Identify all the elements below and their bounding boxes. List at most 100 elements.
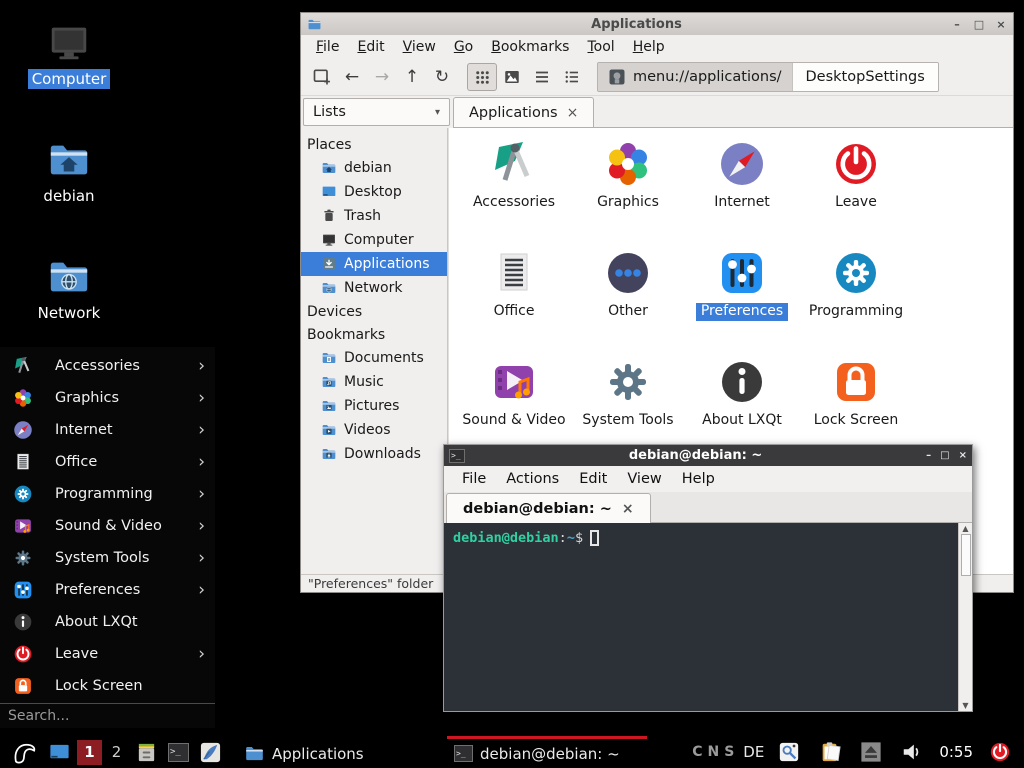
workspace-2-button[interactable]: 2 — [104, 740, 129, 765]
sidebar-item-downloads[interactable]: Downloads — [301, 442, 447, 466]
fm-menu-go[interactable]: Go — [445, 37, 482, 57]
show-desktop-button[interactable] — [43, 736, 76, 768]
pictures-folder-icon — [321, 398, 337, 414]
menu-item-graphics[interactable]: Graphics › — [0, 382, 215, 414]
screenshot-tray-icon[interactable] — [773, 736, 805, 768]
sidebar-item-pictures[interactable]: Pictures — [301, 394, 447, 418]
close-icon[interactable]: × — [959, 450, 967, 461]
compact-view-button[interactable] — [557, 63, 587, 91]
power-button[interactable] — [984, 736, 1016, 768]
clipboard-tray-icon[interactable] — [814, 736, 846, 768]
tab-close-icon[interactable]: × — [567, 105, 579, 121]
fm-menu-tool[interactable]: Tool — [578, 37, 623, 57]
minimize-icon[interactable]: – — [926, 450, 931, 461]
volume-tray-icon[interactable] — [896, 736, 928, 768]
maximize-icon[interactable]: □ — [940, 450, 949, 461]
menu-item-lock-screen[interactable]: Lock Screen — [0, 670, 215, 702]
fm-titlebar[interactable]: Applications – □ × — [301, 13, 1013, 35]
desktop-icon — [321, 184, 337, 200]
scroll-up-icon[interactable]: ▲ — [962, 524, 968, 533]
forward-button[interactable]: → — [367, 63, 397, 91]
system-tools-icon — [604, 358, 652, 406]
app-category-programming[interactable]: Programming — [799, 249, 913, 358]
app-category-leave[interactable]: Leave — [799, 140, 913, 249]
app-category-office[interactable]: Office — [457, 249, 571, 358]
maximize-icon[interactable]: □ — [973, 18, 985, 31]
detailed-list-button[interactable] — [527, 63, 557, 91]
up-button[interactable]: ↑ — [397, 63, 427, 91]
menu-item-about-lxqt[interactable]: About LXQt — [0, 606, 215, 638]
new-tab-button[interactable] — [307, 63, 337, 91]
file-manager-launcher[interactable] — [130, 736, 163, 768]
fm-tab-applications[interactable]: Applications × — [453, 97, 594, 127]
minimize-icon[interactable]: – — [951, 18, 963, 31]
menu-item-system-tools[interactable]: System Tools › — [0, 542, 215, 574]
sidebar-item-label: Pictures — [344, 398, 399, 414]
sidebar-item-music[interactable]: Music — [301, 370, 447, 394]
terminal-menu-file[interactable]: File — [452, 469, 496, 489]
close-icon[interactable]: × — [995, 18, 1007, 31]
category-label: Lock Screen — [814, 412, 899, 430]
sidebar-item-documents[interactable]: Documents — [301, 346, 447, 370]
app-category-other[interactable]: Other — [571, 249, 685, 358]
terminal-menu-view[interactable]: View — [617, 469, 671, 489]
menu-search-input[interactable]: Search... — [0, 703, 215, 728]
sidebar-item-network[interactable]: Network — [301, 276, 447, 300]
terminal-content[interactable]: debian@debian:~$ ▲ ▼ — [444, 523, 972, 711]
taskbar: 1 2 >_ Applications >_ debian@debian: ~ … — [0, 736, 1024, 768]
desktop-icon-network[interactable]: Network — [23, 254, 115, 323]
clock[interactable]: 0:55 — [939, 743, 973, 761]
path-segment-root[interactable]: menu://applications/ — [598, 63, 792, 91]
fm-menu-edit[interactable]: Edit — [348, 37, 393, 57]
submenu-arrow-icon: › — [198, 486, 205, 503]
menu-item-preferences[interactable]: Preferences › — [0, 574, 215, 606]
terminal-menu-edit[interactable]: Edit — [569, 469, 617, 489]
app-category-internet[interactable]: Internet — [685, 140, 799, 249]
menu-item-internet[interactable]: Internet › — [0, 414, 215, 446]
path-text: menu://applications/ — [633, 69, 782, 85]
app-category-graphics[interactable]: Graphics — [571, 140, 685, 249]
terminal-menu-help[interactable]: Help — [672, 469, 725, 489]
menu-item-leave[interactable]: Leave › — [0, 638, 215, 670]
menu-item-sound-video[interactable]: Sound & Video › — [0, 510, 215, 542]
scrollbar-thumb[interactable] — [961, 534, 971, 576]
menu-item-accessories[interactable]: Accessories › — [0, 350, 215, 382]
menu-item-office[interactable]: Office › — [0, 446, 215, 478]
fm-menu-help[interactable]: Help — [624, 37, 674, 57]
terminal-scrollbar[interactable]: ▲ ▼ — [958, 523, 972, 711]
removable-media-tray-icon[interactable] — [855, 736, 887, 768]
sidebar-item-debian[interactable]: debian — [301, 156, 447, 180]
sidebar-item-applications[interactable]: Applications — [301, 252, 447, 276]
app-category-preferences[interactable]: Preferences — [685, 249, 799, 358]
menu-item-programming[interactable]: Programming › — [0, 478, 215, 510]
terminal-titlebar[interactable]: >_ debian@debian: ~ – □ × — [444, 445, 972, 466]
fm-menu-bookmarks[interactable]: Bookmarks — [482, 37, 578, 57]
start-menu-button[interactable] — [6, 736, 43, 768]
terminal-launcher[interactable]: >_ — [163, 736, 194, 768]
fm-menu-file[interactable]: File — [307, 37, 348, 57]
keyboard-layout-indicator[interactable]: DE — [743, 743, 764, 761]
desktop-icon-computer[interactable]: Computer — [23, 20, 115, 89]
sidebar-item-trash[interactable]: Trash — [301, 204, 447, 228]
icon-view-button[interactable] — [467, 63, 497, 91]
taskbar-task-terminal[interactable]: >_ debian@debian: ~ — [447, 736, 647, 768]
scroll-down-icon[interactable]: ▼ — [962, 701, 968, 710]
refresh-button[interactable]: ↻ — [427, 63, 457, 91]
sidebar-item-computer[interactable]: Computer — [301, 228, 447, 252]
featherpad-launcher[interactable] — [194, 736, 227, 768]
thumbnail-view-button[interactable] — [497, 63, 527, 91]
terminal-tab[interactable]: debian@debian: ~ × — [446, 493, 651, 523]
path-segment-desktopsettings[interactable]: DesktopSettings — [792, 63, 938, 91]
terminal-menu-actions[interactable]: Actions — [496, 469, 569, 489]
terminal-output[interactable]: debian@debian:~$ — [444, 523, 958, 711]
tab-close-icon[interactable]: × — [622, 501, 634, 517]
workspace-1-button[interactable]: 1 — [77, 740, 102, 765]
app-category-accessories[interactable]: Accessories — [457, 140, 571, 249]
back-button[interactable]: ← — [337, 63, 367, 91]
taskbar-task-applications[interactable]: Applications — [237, 736, 437, 768]
desktop-icon-debian[interactable]: debian — [23, 137, 115, 206]
side-pane-mode-select[interactable]: Lists ▾ — [303, 98, 450, 126]
sidebar-item-videos[interactable]: Videos — [301, 418, 447, 442]
sidebar-item-desktop[interactable]: Desktop — [301, 180, 447, 204]
fm-menu-view[interactable]: View — [394, 37, 445, 57]
